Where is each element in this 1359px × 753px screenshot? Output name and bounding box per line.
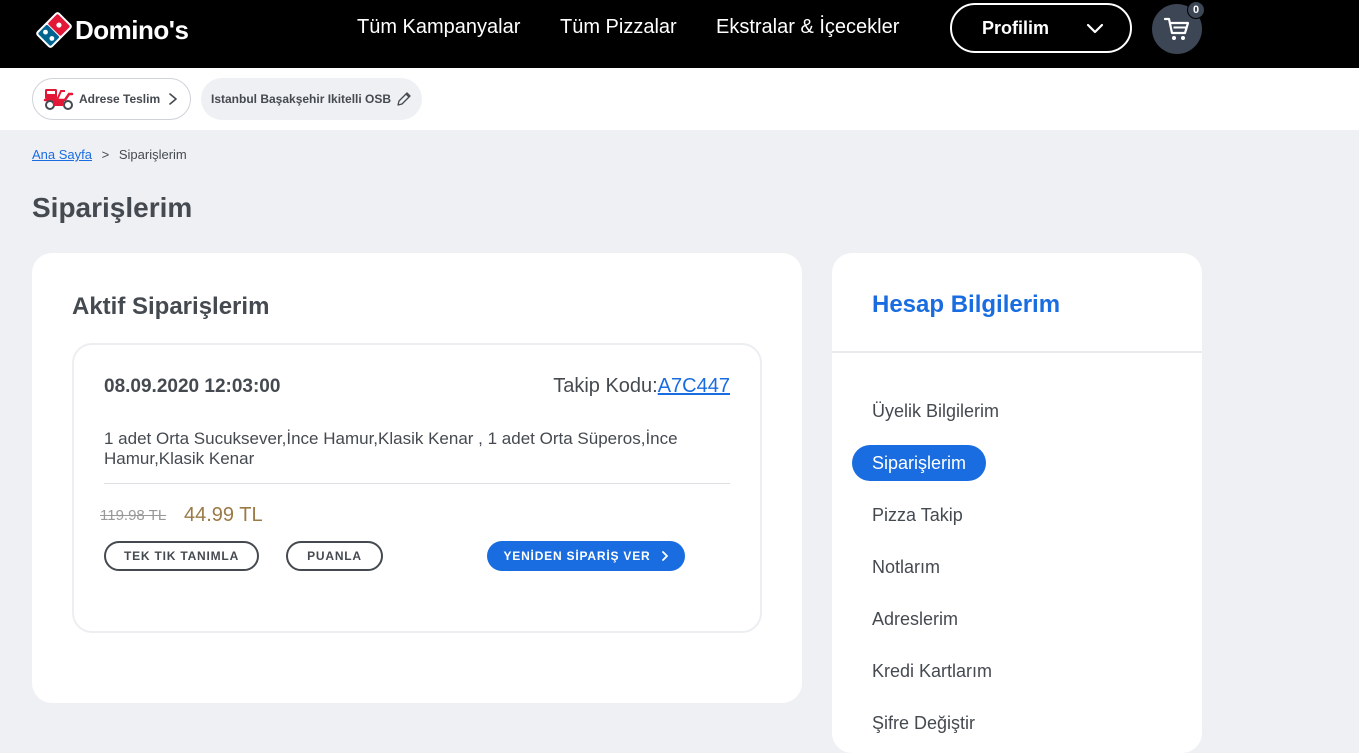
chevron-right-icon: [169, 93, 177, 105]
cart-icon: [1163, 17, 1190, 40]
brand-name: Domino's: [75, 14, 189, 45]
sidebar-item-orders[interactable]: Siparişlerim: [852, 445, 987, 481]
tracking-code-link[interactable]: A7C447: [658, 375, 730, 397]
top-navbar: Domino's Tüm Kampanyalar Tüm Pizzalar Ek…: [0, 0, 1359, 68]
delivery-mode-label: Adrese Teslim: [79, 92, 161, 106]
chevron-down-icon: [1086, 23, 1104, 34]
address-text: Istanbul Başakşehir Ikitelli OSB: [211, 92, 392, 106]
old-price: 119.98 TL: [100, 507, 167, 524]
account-sidebar: Hesap Bilgilerim Üyelik Bilgilerim Sipar…: [832, 253, 1202, 753]
sidebar-item-notes[interactable]: Notlarım: [872, 557, 940, 578]
delivery-bar: Adrese Teslim Istanbul Başakşehir Ikitel…: [0, 68, 1359, 130]
delivery-mode-button[interactable]: Adrese Teslim: [32, 78, 191, 120]
sidebar-item-membership[interactable]: Üyelik Bilgilerim: [872, 401, 999, 422]
sidebar-item-addresses[interactable]: Adreslerim: [872, 609, 958, 630]
active-orders-title: Aktif Siparişlerim: [72, 293, 270, 320]
address-button[interactable]: Istanbul Başakşehir Ikitelli OSB: [201, 78, 422, 120]
order-date: 08.09.2020 12:03:00: [104, 376, 281, 397]
new-price: 44.99 TL: [184, 504, 263, 526]
pencil-edit-icon: [397, 92, 411, 106]
order-divider: [104, 483, 730, 484]
breadcrumb-separator: >: [101, 147, 110, 162]
page-title: Siparişlerim: [32, 192, 193, 223]
breadcrumb-current: Siparişlerim: [118, 147, 187, 162]
sidebar-title: Hesap Bilgilerim: [872, 291, 1061, 318]
breadcrumb-home-link[interactable]: Ana Sayfa: [32, 147, 92, 162]
reorder-button[interactable]: YENİDEN SİPARİŞ VER: [487, 541, 685, 571]
cart-count-badge: 0: [1187, 1, 1205, 19]
dominos-logo-icon: [36, 12, 72, 48]
breadcrumb: Ana Sayfa > Siparişlerim: [32, 147, 187, 162]
active-orders-card: Aktif Siparişlerim 08.09.2020 12:03:00 T…: [32, 253, 802, 703]
nav-extras-drinks[interactable]: Ekstralar & İçecekler: [716, 16, 899, 39]
dominos-logo[interactable]: Domino's: [34, 10, 189, 50]
sidebar-item-change-password[interactable]: Şifre Değiştir: [872, 713, 975, 734]
nav-all-pizzas[interactable]: Tüm Pizzalar: [560, 16, 677, 39]
sidebar-divider: [832, 351, 1202, 353]
chevron-right-icon: [661, 551, 668, 561]
tracking-code: Takip Kodu:A7C447: [553, 375, 730, 398]
tracking-label: Takip Kodu:: [553, 375, 658, 397]
sidebar-item-pizza-tracker[interactable]: Pizza Takip: [872, 505, 963, 526]
profile-menu-button[interactable]: Profilim: [950, 3, 1132, 53]
rate-button[interactable]: PUANLA: [286, 541, 383, 571]
profile-label: Profilim: [982, 17, 1050, 38]
delivery-scooter-icon: [43, 89, 74, 110]
order-description: 1 adet Orta Sucuksever,İnce Hamur,Klasik…: [104, 429, 678, 468]
one-click-define-button[interactable]: TEK TIK TANIMLA: [104, 541, 259, 571]
order-item: 08.09.2020 12:03:00 Takip Kodu:A7C447 1 …: [72, 343, 762, 633]
reorder-label: YENİDEN SİPARİŞ VER: [503, 549, 651, 563]
sidebar-item-credit-cards[interactable]: Kredi Kartlarım: [872, 661, 992, 682]
nav-all-campaigns[interactable]: Tüm Kampanyalar: [357, 16, 520, 39]
